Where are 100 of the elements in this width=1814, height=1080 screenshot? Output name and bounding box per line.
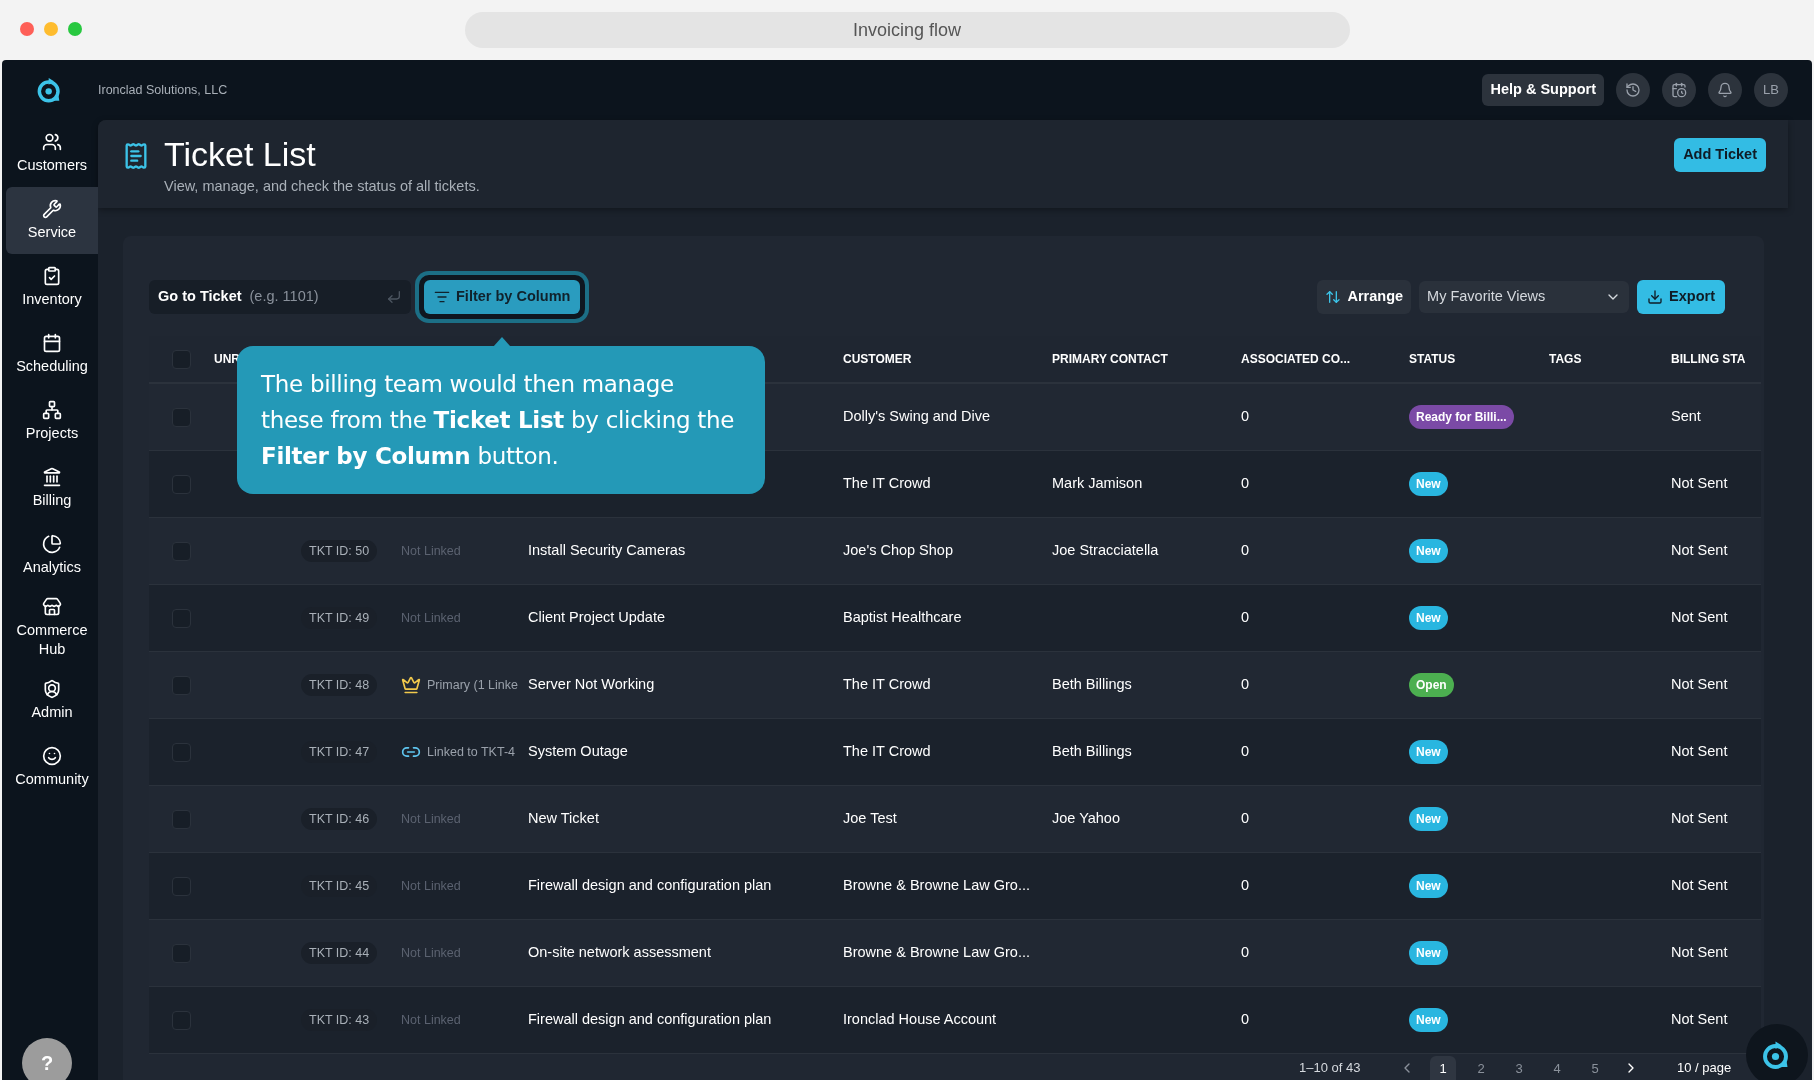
ticket-title[interactable]: Client Project Update bbox=[528, 609, 665, 626]
nav-item[interactable]: Service bbox=[6, 187, 98, 254]
column-header[interactable]: PRIMARY CONTACT bbox=[1052, 350, 1241, 368]
status-badge: Open bbox=[1409, 673, 1454, 697]
contact-name: Mark Jamison bbox=[1052, 475, 1143, 492]
enter-icon bbox=[386, 289, 402, 305]
bank-icon bbox=[42, 467, 62, 487]
page-button[interactable]: 5 bbox=[1582, 1056, 1608, 1080]
shield-icon bbox=[42, 679, 62, 699]
status-badge: New bbox=[1409, 740, 1448, 764]
billing-status: Not Sent bbox=[1671, 944, 1728, 961]
status-badge: New bbox=[1409, 941, 1448, 965]
nav-item[interactable]: Inventory bbox=[6, 254, 98, 321]
history-icon bbox=[1625, 82, 1641, 98]
ticket-id-badge: TKT ID: 44 bbox=[301, 941, 378, 965]
ticket-id-badge: TKT ID: 46 bbox=[301, 807, 378, 831]
link-status: Primary (1 Linke bbox=[427, 676, 518, 694]
nav-item[interactable]: Commerce Hub bbox=[6, 589, 98, 667]
status-badge: New bbox=[1409, 807, 1448, 831]
ticket-title[interactable]: New Ticket bbox=[528, 810, 599, 827]
ticket-title[interactable]: Install Security Cameras bbox=[528, 542, 686, 559]
sort-icon bbox=[1325, 289, 1342, 305]
ticket-id-badge: TKT ID: 50 bbox=[301, 539, 378, 563]
calendar-clock-button[interactable] bbox=[1662, 73, 1696, 107]
ticket-title[interactable]: Firewall design and configuration plan bbox=[528, 1011, 772, 1028]
ticket-title[interactable]: Server Not Working bbox=[528, 676, 655, 693]
add-ticket-button[interactable]: Add Ticket bbox=[1674, 138, 1766, 172]
status-badge: New bbox=[1409, 472, 1448, 496]
status-badge: New bbox=[1409, 1008, 1448, 1032]
receipt-icon bbox=[122, 142, 150, 170]
clipboard-icon bbox=[42, 266, 62, 286]
customer-name: The IT Crowd bbox=[843, 676, 931, 693]
page-range: 1–10 of 43 bbox=[1299, 1058, 1362, 1077]
link-status: Not Linked bbox=[401, 542, 461, 560]
download-icon bbox=[1647, 289, 1664, 305]
customer-name: The IT Crowd bbox=[843, 743, 931, 760]
nav-item[interactable]: Scheduling bbox=[6, 321, 98, 388]
filter-by-column-button[interactable]: Filter by Column bbox=[424, 280, 581, 314]
associated-count: 0 bbox=[1241, 609, 1250, 626]
billing-status: Not Sent bbox=[1671, 542, 1728, 559]
nav-item[interactable]: Analytics bbox=[6, 522, 98, 589]
arrange-button[interactable]: Arrange bbox=[1317, 280, 1412, 314]
status-badge: New bbox=[1409, 539, 1448, 563]
customer-name: Browne & Browne Law Gro... bbox=[843, 944, 1030, 961]
ticket-number-input[interactable]: (e.g. 1101) bbox=[249, 286, 370, 308]
ticket-title[interactable]: System Outage bbox=[528, 743, 628, 760]
billing-status: Not Sent bbox=[1671, 810, 1728, 827]
users-icon bbox=[42, 132, 62, 152]
associated-count: 0 bbox=[1241, 475, 1250, 492]
calendar-icon bbox=[42, 333, 62, 353]
views-select[interactable]: My Favorite Views bbox=[1419, 281, 1630, 313]
column-header[interactable]: ASSOCIATED CO... bbox=[1241, 350, 1409, 368]
ticket-id-badge: TKT ID: 48 bbox=[301, 673, 378, 697]
ticket-title[interactable]: Firewall design and configuration plan bbox=[528, 877, 772, 894]
associated-count: 0 bbox=[1241, 877, 1250, 894]
customer-name: Joe's Chop Shop bbox=[843, 542, 953, 559]
nav-item[interactable]: Projects bbox=[6, 388, 98, 455]
page-button[interactable]: 3 bbox=[1506, 1056, 1532, 1080]
address-bar[interactable]: Invoicing flow bbox=[464, 12, 1350, 48]
link-status: Not Linked bbox=[401, 1011, 461, 1029]
billing-status: Not Sent bbox=[1671, 1011, 1728, 1028]
notifications-button[interactable] bbox=[1708, 73, 1742, 107]
associated-count: 0 bbox=[1241, 743, 1250, 760]
billing-status: Sent bbox=[1671, 408, 1701, 425]
avatar[interactable]: LB bbox=[1754, 73, 1788, 107]
column-header[interactable]: STATUS bbox=[1409, 350, 1549, 368]
nav-item[interactable]: Customers bbox=[6, 120, 98, 187]
billing-status: Not Sent bbox=[1671, 676, 1728, 693]
billing-status: Not Sent bbox=[1671, 877, 1728, 894]
column-header[interactable]: TAGS bbox=[1549, 350, 1671, 368]
associated-count: 0 bbox=[1241, 810, 1250, 827]
contact-name: Joe Yahoo bbox=[1052, 810, 1120, 827]
filter-icon bbox=[434, 289, 450, 305]
ticket-id-badge: TKT ID: 45 bbox=[301, 874, 378, 898]
contact-name: Beth Billings bbox=[1052, 676, 1132, 693]
contact-name: Beth Billings bbox=[1052, 743, 1132, 760]
history-button[interactable] bbox=[1616, 73, 1650, 107]
page-button[interactable]: 1 bbox=[1430, 1056, 1456, 1080]
wrench-icon bbox=[42, 199, 62, 219]
customer-name: Ironclad House Account bbox=[843, 1011, 997, 1028]
help-support-button[interactable]: Help & Support bbox=[1482, 74, 1604, 106]
ticket-title[interactable]: On-site network assessment bbox=[528, 944, 711, 961]
billing-status: Not Sent bbox=[1671, 743, 1728, 760]
page-size[interactable]: 10 / page bbox=[1677, 1057, 1732, 1080]
nav-item[interactable]: Billing bbox=[6, 455, 98, 522]
page-button[interactable]: 2 bbox=[1468, 1056, 1494, 1080]
page-button[interactable]: 4 bbox=[1544, 1056, 1570, 1080]
link-status: Not Linked bbox=[401, 877, 461, 895]
column-header[interactable]: BILLING STA bbox=[1671, 350, 1761, 368]
bell-icon bbox=[1717, 82, 1733, 98]
associated-count: 0 bbox=[1241, 542, 1250, 559]
page-title: Ticket List bbox=[164, 134, 317, 174]
customer-name: Browne & Browne Law Gro... bbox=[843, 877, 1030, 894]
pie-chart-icon bbox=[42, 534, 62, 554]
export-button[interactable]: Export bbox=[1637, 280, 1725, 314]
column-header[interactable]: CUSTOMER bbox=[843, 350, 1052, 368]
calendar-clock-icon bbox=[1671, 82, 1687, 98]
go-to-ticket-field[interactable]: Go to Ticket (e.g. 1101) bbox=[149, 280, 411, 314]
nav-item[interactable]: Admin bbox=[6, 667, 98, 734]
nav-item[interactable]: Community bbox=[6, 734, 98, 801]
